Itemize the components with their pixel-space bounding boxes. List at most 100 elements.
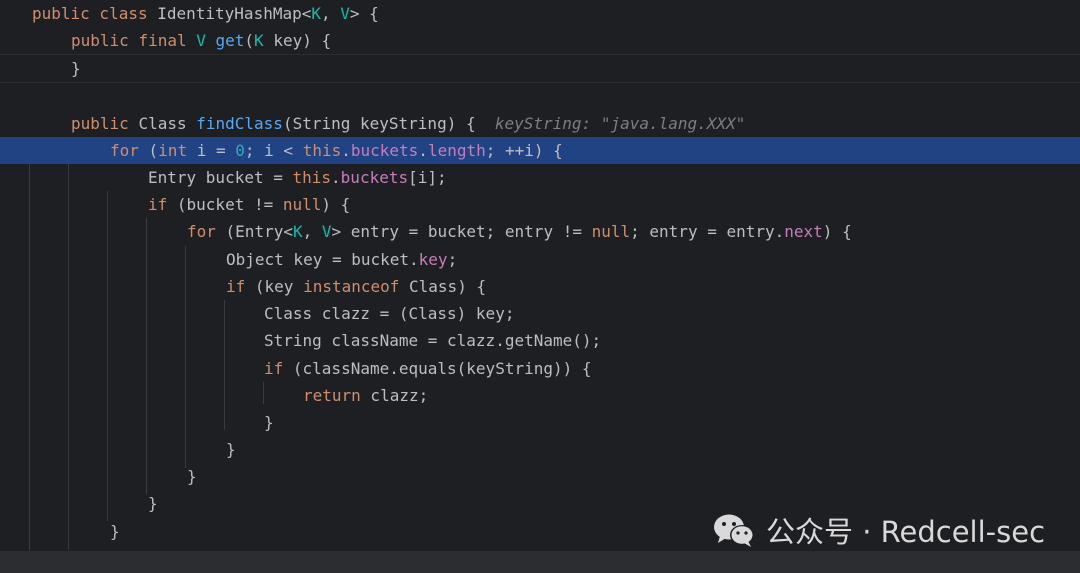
code-token: key: [418, 250, 448, 269]
code-line[interactable]: public final V get(K key) {: [0, 27, 1080, 54]
code-line[interactable]: Class clazz = (Class) key;: [0, 300, 1080, 327]
code-text: }: [71, 55, 81, 82]
code-token: i =: [187, 141, 236, 160]
code-token: Class: [138, 114, 197, 133]
code-token: next: [784, 222, 823, 241]
code-token: (className.equals(keyString)) {: [283, 359, 592, 378]
watermark: 公众号 · Redcell-sec: [712, 512, 1046, 549]
code-token: V: [321, 222, 332, 241]
code-token: ,: [302, 222, 322, 241]
code-token: (String keyString) {: [282, 114, 476, 133]
code-text: if (bucket != null) {: [148, 191, 350, 218]
code-token: instanceof: [303, 277, 400, 296]
code-text: }: [226, 436, 236, 463]
code-text: if (key instanceof Class) {: [226, 273, 486, 300]
code-token: String className = clazz.getName();: [264, 331, 602, 350]
code-token: }: [187, 467, 197, 486]
code-token: public final: [71, 31, 197, 50]
code-token: ) {: [822, 222, 852, 241]
code-token: V: [340, 4, 350, 23]
code-token: ;: [447, 250, 458, 269]
code-token: this: [292, 168, 332, 187]
code-line[interactable]: Object key = bucket.key;: [0, 246, 1080, 273]
editor-bottom-bar: [0, 551, 1080, 573]
code-token: if: [226, 277, 246, 296]
code-token: }: [148, 494, 158, 513]
code-token: ; i <: [244, 141, 303, 160]
code-token: }: [110, 522, 120, 541]
code-token: if: [148, 195, 168, 214]
code-text: if (className.equals(keyString)) {: [264, 355, 592, 382]
code-editor[interactable]: public class IdentityHashMap<K, V> {publ…: [0, 0, 1080, 573]
code-token: (Entry<: [215, 222, 293, 241]
code-token: ) {: [321, 195, 351, 214]
code-token: clazz;: [360, 386, 429, 405]
code-token: findClass: [196, 114, 283, 133]
code-token: K: [254, 31, 264, 50]
code-line[interactable]: if (bucket != null) {: [0, 191, 1080, 218]
watermark-text: 公众号 · Redcell-sec: [766, 515, 1046, 549]
code-line[interactable]: if (key instanceof Class) {: [0, 273, 1080, 300]
code-text: Object key = bucket.key;: [226, 246, 457, 273]
code-token: this: [302, 141, 342, 160]
code-token: K: [311, 4, 321, 23]
code-token: public class: [32, 4, 158, 23]
code-token: ,: [321, 4, 341, 23]
code-text: for (Entry<K, V> entry = bucket; entry !…: [187, 218, 852, 245]
code-line[interactable]: }: [0, 409, 1080, 436]
code-line[interactable]: }: [0, 463, 1080, 490]
code-line-current[interactable]: for (int i = 0; i < this.buckets.length;…: [0, 137, 1080, 164]
code-token: Class clazz = (Class) key;: [264, 304, 515, 323]
code-text: return clazz;: [303, 382, 428, 409]
code-token: null: [591, 222, 631, 241]
code-token: null: [282, 195, 322, 214]
code-token: K: [292, 222, 303, 241]
code-token: int: [158, 141, 188, 160]
code-token: Class) {: [399, 277, 487, 296]
code-token: (bucket !=: [167, 195, 283, 214]
code-token: for: [187, 222, 216, 241]
inline-hint: keyString: "java.lang.XXX": [475, 114, 746, 133]
code-token: length: [427, 141, 486, 160]
code-token: > {: [349, 4, 379, 23]
code-token: Object key = bucket.: [226, 250, 419, 269]
code-token: for: [110, 141, 139, 160]
code-token: (: [244, 31, 255, 50]
code-line[interactable]: [0, 82, 1080, 109]
code-line[interactable]: String className = clazz.getName();: [0, 327, 1080, 354]
code-line[interactable]: public class IdentityHashMap<K, V> {: [0, 0, 1080, 27]
code-token: buckets: [340, 168, 409, 187]
code-token: }: [264, 413, 274, 432]
code-token: return: [303, 386, 361, 405]
code-line[interactable]: public Class findClass(String keyString)…: [0, 110, 1080, 137]
code-token: ; ++i) {: [485, 141, 563, 160]
code-text: }: [187, 463, 197, 490]
code-text: public final V get(K key) {: [71, 27, 331, 54]
code-token: public: [71, 114, 139, 133]
code-line[interactable]: return clazz;: [0, 382, 1080, 409]
code-token: 0: [235, 141, 245, 160]
code-line[interactable]: }: [0, 436, 1080, 463]
code-text: String className = clazz.getName();: [264, 327, 601, 354]
code-text: }: [148, 490, 158, 517]
code-token: IdentityHashMap<: [157, 4, 312, 23]
code-line[interactable]: for (Entry<K, V> entry = bucket; entry !…: [0, 218, 1080, 245]
code-token: [i];: [408, 168, 447, 187]
code-token: (: [138, 141, 159, 160]
code-token: > entry = bucket; entry !=: [331, 222, 592, 241]
code-text: for (int i = 0; i < this.buckets.length;…: [110, 137, 563, 164]
code-token: Entry bucket =: [148, 168, 293, 187]
code-line[interactable]: }: [0, 55, 1080, 82]
code-text: }: [110, 518, 120, 545]
code-text: public class IdentityHashMap<K, V> {: [32, 0, 379, 27]
wechat-icon: [714, 514, 754, 547]
code-token: (key: [245, 277, 304, 296]
code-text: public Class findClass(String keyString)…: [71, 110, 745, 137]
code-token: key) {: [263, 31, 332, 50]
code-line[interactable]: Entry bucket = this.buckets[i];: [0, 164, 1080, 191]
code-line[interactable]: if (className.equals(keyString)) {: [0, 355, 1080, 382]
code-token: }: [71, 59, 81, 78]
code-token: ; entry = entry.: [630, 222, 785, 241]
code-token: get: [215, 31, 245, 50]
code-text: Entry bucket = this.buckets[i];: [148, 164, 447, 191]
